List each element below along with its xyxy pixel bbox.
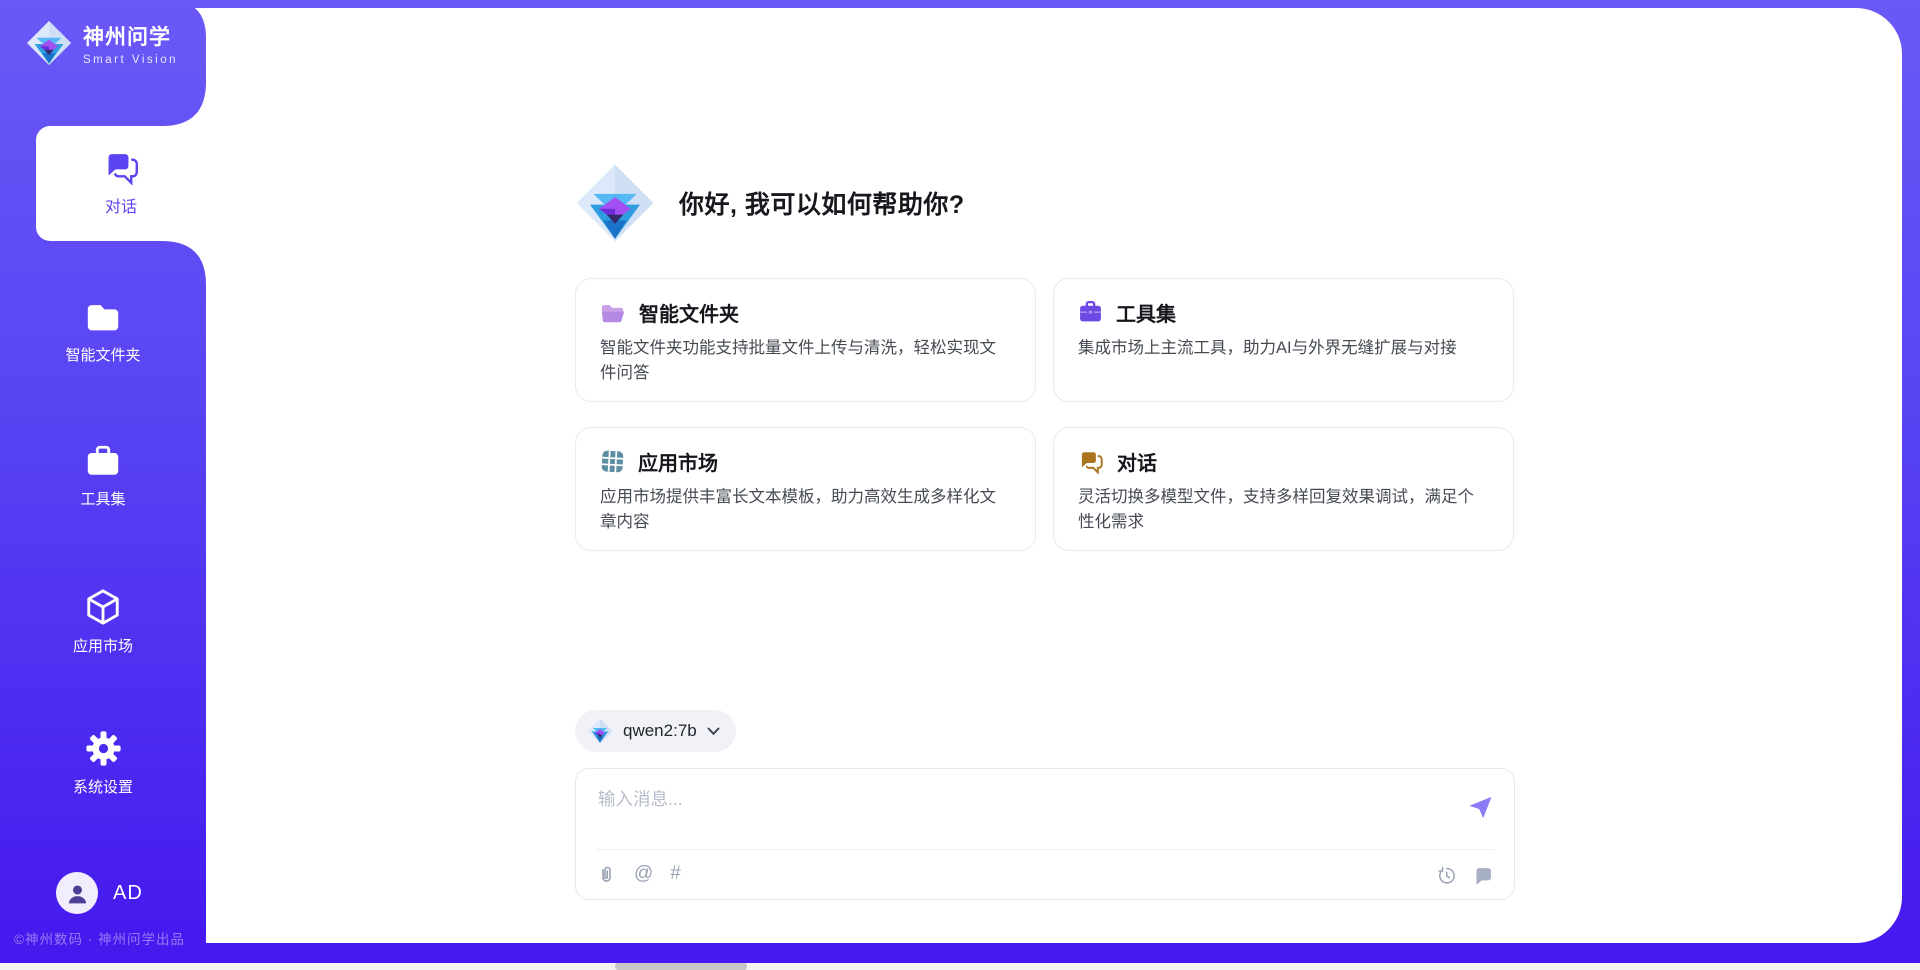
sidebar-item-smart-folder[interactable]: 智能文件夹 (0, 300, 206, 365)
greeting-logo-icon (575, 163, 655, 243)
greeting-block: 你好, 我可以如何帮助你? (575, 163, 965, 243)
brand-name: 神州问学 (83, 21, 178, 51)
composer-divider (596, 849, 1494, 850)
chat-bubbles-icon (1078, 450, 1104, 474)
chevron-down-icon (707, 727, 720, 736)
sidebar-item-label: 工具集 (80, 488, 125, 509)
card-title: 对话 (1117, 447, 1157, 476)
scrollbar-thumb[interactable] (615, 963, 747, 970)
card-description: 灵活切换多模型文件，支持多样回复效果调试，满足个性化需求 (1078, 485, 1489, 535)
brand-logo-icon (26, 20, 72, 66)
model-name: qwen2:7b (623, 721, 697, 741)
send-button[interactable] (1467, 794, 1494, 821)
sidebar-item-label: 应用市场 (73, 635, 133, 656)
greeting-title: 你好, 我可以如何帮助你? (679, 185, 965, 221)
sidebar-item-app-market[interactable]: 应用市场 (0, 588, 206, 656)
model-logo-icon (587, 718, 613, 744)
person-icon (65, 881, 90, 906)
send-icon (1467, 794, 1494, 821)
feature-card-chat[interactable]: 对话 灵活切换多模型文件，支持多样回复效果调试，满足个性化需求 (1053, 427, 1514, 551)
sidebar-item-label: 智能文件夹 (65, 344, 140, 365)
cube-icon (84, 588, 122, 626)
sidebar-item-toolkit[interactable]: 工具集 (0, 444, 206, 509)
feature-cards: 智能文件夹 智能文件夹功能支持批量文件上传与清洗，轻松实现文件问答 工具集 集成… (575, 278, 1515, 551)
card-title: 应用市场 (638, 447, 718, 476)
brand-block: 神州问学 Smart Vision (26, 20, 178, 66)
attachment-icon[interactable] (596, 864, 617, 885)
briefcase-icon (84, 444, 122, 479)
card-title: 工具集 (1116, 298, 1176, 327)
chat-icon (103, 151, 140, 185)
user-profile[interactable]: AD (56, 872, 143, 914)
brand-subtitle: Smart Vision (83, 54, 178, 66)
card-description: 智能文件夹功能支持批量文件上传与清洗，轻松实现文件问答 (600, 336, 1011, 386)
horizontal-scrollbar (0, 963, 1920, 970)
card-description: 集成市场上主流工具，助力AI与外界无缝扩展与对接 (1078, 336, 1489, 361)
message-input[interactable] (598, 784, 1428, 814)
user-initials: AD (113, 882, 143, 905)
sidebar-item-label: 系统设置 (73, 776, 133, 797)
message-composer: @ # (575, 768, 1515, 900)
feature-card-app-market[interactable]: 应用市场 应用市场提供丰富长文本模板，助力高效生成多样化文章内容 (575, 427, 1036, 551)
mention-icon[interactable]: @ (634, 863, 653, 885)
sidebar-item-chat[interactable]: 对话 (36, 126, 206, 241)
footer-credit: ©神州数码 · 神州问学出品 (14, 928, 185, 948)
sidebar-item-settings[interactable]: 系统设置 (0, 730, 206, 797)
card-description: 应用市场提供丰富长文本模板，助力高效生成多样化文章内容 (600, 485, 1011, 535)
topic-icon[interactable]: # (670, 863, 681, 885)
model-selector[interactable]: qwen2:7b (575, 710, 736, 752)
card-title: 智能文件夹 (639, 298, 739, 327)
toolbox-icon (1078, 300, 1103, 325)
app-grid-icon (600, 449, 625, 474)
history-icon[interactable] (1436, 865, 1457, 886)
sidebar-item-label: 对话 (105, 193, 137, 217)
gear-icon (85, 730, 122, 767)
folder-open-icon (600, 301, 626, 325)
main-panel: 你好, 我可以如何帮助你? 智能文件夹 智能文件夹功能支持批量文件上传与清洗，轻… (140, 8, 1902, 943)
feature-card-smart-folder[interactable]: 智能文件夹 智能文件夹功能支持批量文件上传与清洗，轻松实现文件问答 (575, 278, 1036, 402)
avatar (56, 872, 98, 914)
conversation-bubble-icon[interactable] (1473, 865, 1494, 886)
feature-card-toolkit[interactable]: 工具集 集成市场上主流工具，助力AI与外界无缝扩展与对接 (1053, 278, 1514, 402)
folder-icon (84, 300, 122, 335)
